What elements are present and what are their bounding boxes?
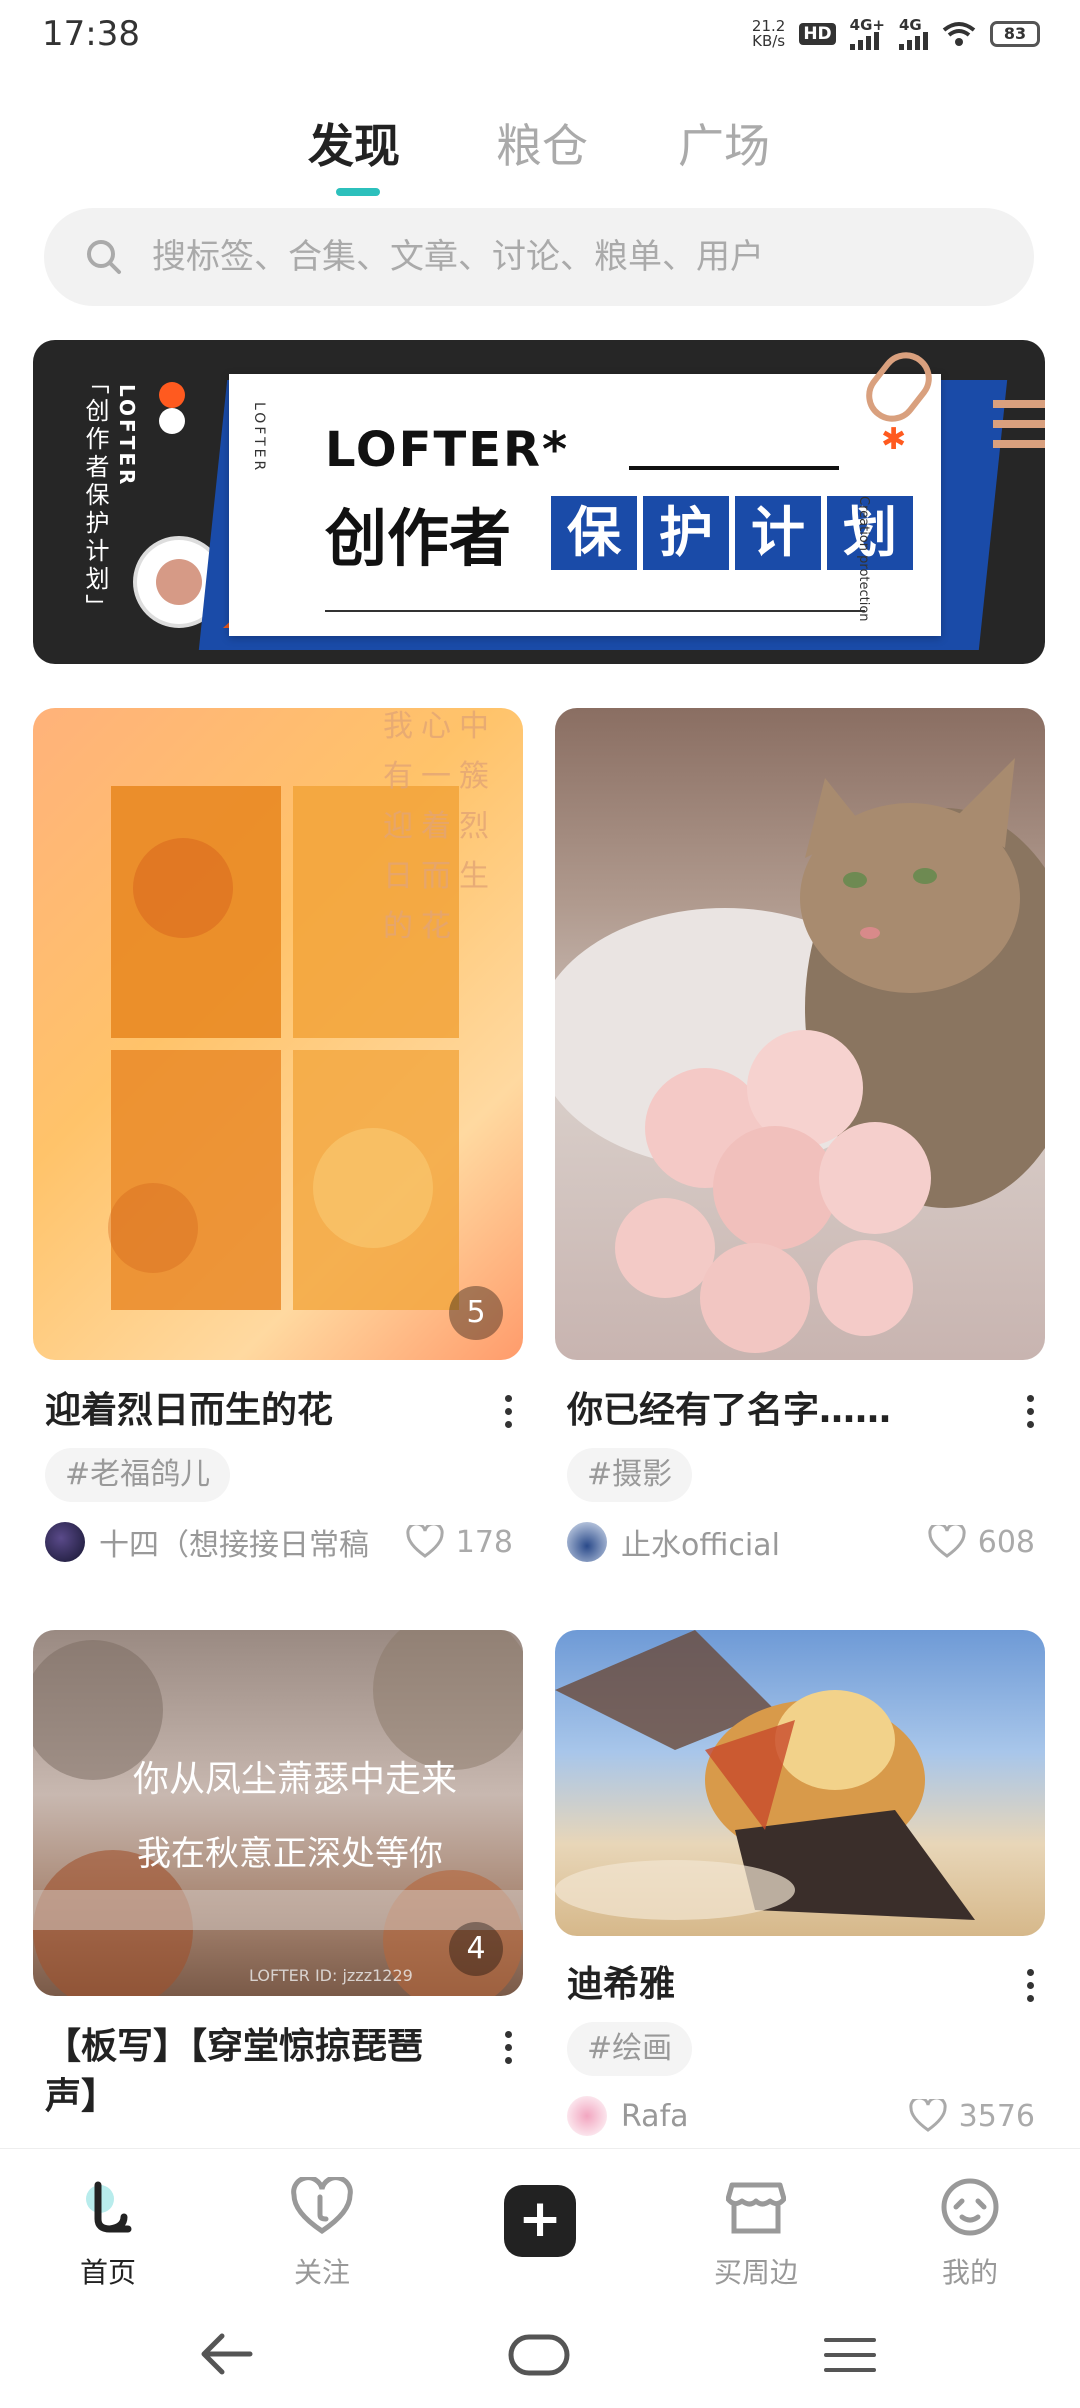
back-icon[interactable] [198, 2332, 254, 2376]
banner-side-text: Creation protection [856, 496, 871, 622]
post-card[interactable]: 你已经有了名字…… #摄影 止水official 608 [555, 708, 1045, 1563]
search-input[interactable] [152, 237, 1032, 277]
banner-brand: LOFTER* [325, 422, 570, 478]
post-image[interactable]: 我心中有一簇迎着烈日而生的花 5 [33, 708, 523, 1360]
decor-rule [325, 610, 865, 612]
top-tabs: 发现 粮仓 广场 [0, 100, 1080, 200]
avatar[interactable] [567, 2096, 607, 2136]
author-name[interactable]: Rafa [621, 2099, 891, 2134]
banner-headline: 创作者 [325, 502, 512, 575]
author-name[interactable]: 止水official [621, 1520, 891, 1564]
battery-icon: 83 [990, 21, 1040, 47]
decor-stripes [993, 400, 1045, 460]
post-card[interactable]: 我心中有一簇迎着烈日而生的花 5 迎着烈日而生的花 #老福鸽儿 十四（想接接日常… [33, 708, 523, 1563]
tab-granary[interactable]: 粮仓 [496, 110, 588, 176]
promo-banner[interactable]: 「创作者保护计划」 LOFTER LOFTER LOFTER* 创作者 保 护 … [33, 340, 1045, 664]
post-tag[interactable]: #绘画 [567, 2022, 693, 2076]
signal-icon: 4G+ [849, 18, 885, 50]
avatar[interactable] [567, 1522, 607, 1562]
nav-follow[interactable]: 关注 [252, 2169, 392, 2291]
shop-icon [726, 2182, 786, 2234]
image-count-badge: 4 [449, 1922, 503, 1976]
hd-icon: HD [799, 23, 836, 45]
status-time: 17:38 [42, 14, 140, 54]
signal-icon: 4G [899, 18, 928, 50]
post-image[interactable] [555, 1630, 1045, 1936]
banner-vertical-title: 「创作者保护计划」 [81, 370, 109, 622]
menu-icon[interactable] [824, 2336, 876, 2374]
post-card[interactable]: 你从凤尘萧瑟中走来 我在秋意正深处等你 LOFTER ID: jzzz1229 … [33, 1630, 523, 2150]
decor-dot [159, 408, 185, 434]
more-options-icon[interactable] [493, 2022, 523, 2072]
heart-follow-icon [291, 2177, 353, 2235]
home-icon[interactable] [508, 2334, 570, 2376]
post-image[interactable]: 你从凤尘萧瑟中走来 我在秋意正深处等你 LOFTER ID: jzzz1229 … [33, 1630, 523, 1996]
status-bar: 17:38 21.2 KB/s HD 4G+ 4G 83 [0, 0, 1080, 76]
post-tag[interactable]: #老福鸽儿 [45, 1448, 231, 1502]
post-title[interactable]: 迎着烈日而生的花 [45, 1386, 475, 1436]
watermark: LOFTER ID: jzzz1229 [249, 1966, 413, 1985]
more-options-icon[interactable] [1015, 1960, 1045, 2010]
post-tag[interactable]: #摄影 [567, 1448, 693, 1502]
tab-indicator [336, 188, 380, 196]
post-meta: Rafa 3576 [567, 2094, 1045, 2138]
character-artwork [555, 1630, 975, 1920]
search-bar[interactable] [44, 208, 1034, 306]
bottom-nav: 首页 关注 + 买周边 我的 [0, 2148, 1080, 2298]
post-card[interactable]: 迪希雅 #绘画 Rafa 3576 [555, 1630, 1045, 2150]
author-name[interactable]: 十四（想接接日常稿版） [99, 1520, 369, 1564]
overlay-text: 我心中有一簇迎着烈日而生的花 [383, 709, 497, 944]
banner-vertical-brand: LOFTER [115, 384, 139, 488]
post-title[interactable]: 【板写】【穿堂惊掠琵琶声】 [45, 2022, 475, 2122]
tab-square[interactable]: 广场 [678, 110, 770, 176]
post-meta: 十四（想接接日常稿版） 178 [45, 1520, 523, 1564]
post-image[interactable] [555, 708, 1045, 1360]
heart-icon [406, 1525, 444, 1558]
system-nav-bar [0, 2298, 1080, 2408]
post-title[interactable]: 迪希雅 [567, 1960, 997, 2010]
home-lofter-icon [86, 2181, 132, 2233]
image-count-badge: 5 [449, 1286, 503, 1340]
like-counter[interactable]: 608 [928, 1525, 1035, 1560]
like-counter[interactable]: 3576 [909, 2099, 1035, 2134]
more-options-icon[interactable] [493, 1386, 523, 1436]
tab-discover[interactable]: 发现 [308, 110, 400, 176]
search-icon [87, 240, 121, 274]
more-options-icon[interactable] [1015, 1386, 1045, 1436]
status-icons: 21.2 KB/s HD 4G+ 4G 83 [752, 18, 1040, 50]
net-speed: 21.2 KB/s [751, 17, 786, 50]
post-title[interactable]: 你已经有了名字…… [567, 1386, 997, 1436]
wifi-icon [942, 22, 976, 46]
nav-home[interactable]: 首页 [38, 2169, 178, 2291]
heart-icon [928, 1525, 966, 1558]
like-counter[interactable]: 178 [406, 1525, 513, 1560]
profile-face-icon [941, 2178, 999, 2236]
decor-line [629, 466, 839, 470]
nav-profile[interactable]: 我的 [900, 2169, 1040, 2291]
banner-card: LOFTER LOFTER* 创作者 保 护 计 划 Creation prot… [229, 374, 941, 636]
cat-with-roses-photo [555, 758, 1045, 1353]
avatar[interactable] [45, 1522, 85, 1562]
calligraphy-line-1: 你从凤尘萧瑟中走来 [133, 1759, 458, 1800]
star-icon: ✱ [881, 422, 907, 457]
heart-icon [909, 2099, 947, 2132]
post-meta: 止水official 608 [567, 1520, 1045, 1564]
nav-shop[interactable]: 买周边 [686, 2169, 826, 2291]
decor-dot [159, 382, 185, 408]
create-post-button[interactable]: + [504, 2185, 576, 2257]
calligraphy-line-2: 我在秋意正深处等你 [137, 1834, 443, 1874]
